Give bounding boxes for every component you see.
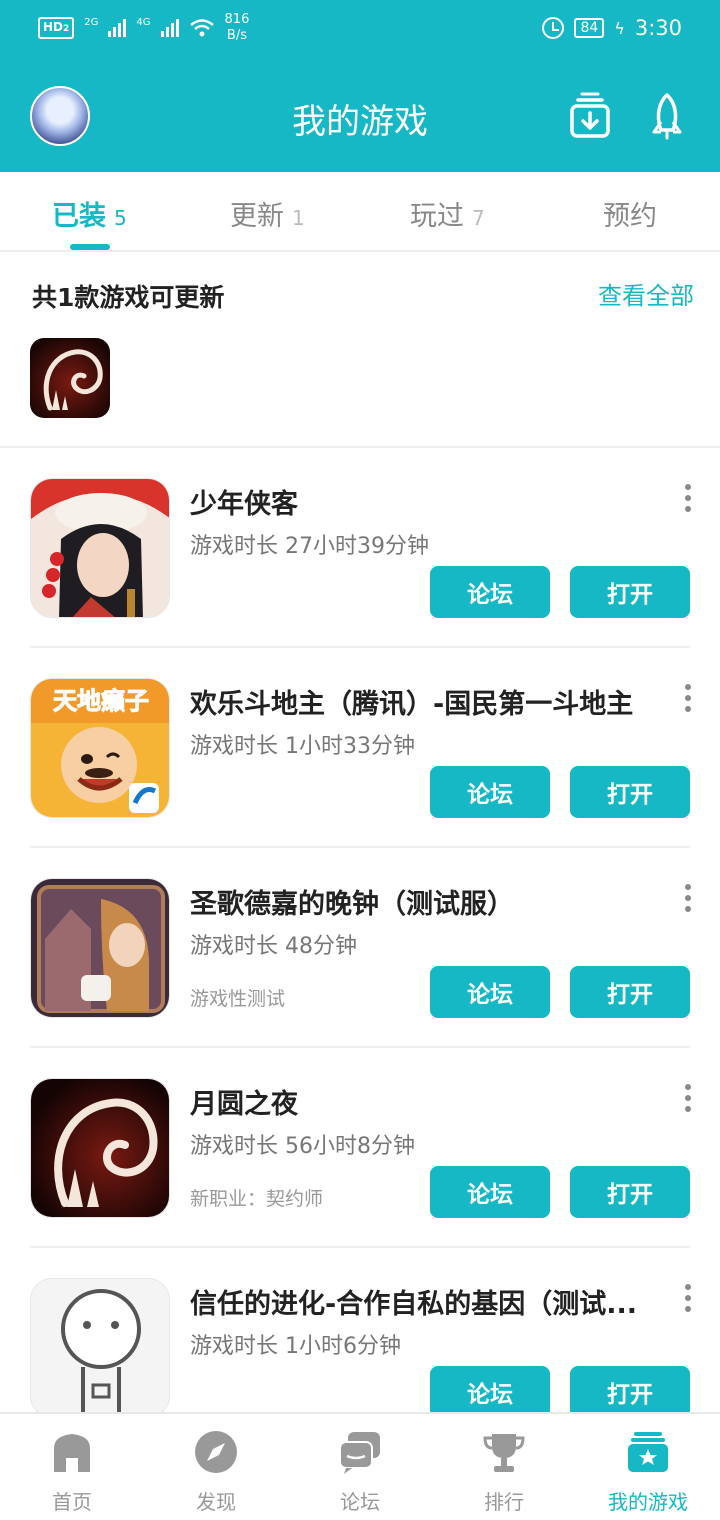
open-button[interactable]: 打开 xyxy=(570,1166,690,1218)
signal-icon xyxy=(108,19,127,37)
game-item[interactable]: 月圆之夜 游戏时长 56小时8分钟 新职业：契约师 论坛 打开 xyxy=(0,1048,720,1248)
bottom-nav: 首页 发现 论坛 排行 我的游戏 xyxy=(0,1412,720,1520)
bell-game-icon xyxy=(31,879,169,1017)
alarm-icon xyxy=(542,17,565,39)
rocket-icon[interactable] xyxy=(645,92,689,140)
game-icon[interactable] xyxy=(30,1078,170,1218)
open-button[interactable]: 打开 xyxy=(570,766,690,818)
forum-icon xyxy=(339,1432,380,1474)
download-box-icon[interactable] xyxy=(568,92,612,140)
forum-button[interactable]: 论坛 xyxy=(430,966,550,1018)
status-bar: HD2 2G 4G 816 B/s 84 ϟ 3:30 xyxy=(0,0,720,62)
moon-night-game-icon xyxy=(31,1079,169,1217)
nav-discover[interactable]: 发现 xyxy=(144,1414,288,1520)
game-playtime: 游戏时长 48分钟 xyxy=(190,934,357,959)
open-button[interactable]: 打开 xyxy=(570,1366,690,1418)
tab-label: 预约 xyxy=(603,201,657,232)
top-bar: HD2 2G 4G 816 B/s 84 ϟ 3:30 我的游戏 xyxy=(0,0,720,172)
game-playtime: 游戏时长 56小时8分钟 xyxy=(190,1134,415,1159)
game-name: 欢乐斗地主（腾讯）-国民第一斗地主 xyxy=(190,689,634,720)
compass-icon xyxy=(195,1431,237,1473)
view-all-link[interactable]: 查看全部 xyxy=(598,276,694,311)
more-options-icon[interactable] xyxy=(684,484,692,512)
tab-label: 已装 xyxy=(52,201,106,232)
game-name: 月圆之夜 xyxy=(190,1089,298,1120)
net-speed: 816 B/s xyxy=(225,12,250,44)
tab-count: 5 xyxy=(114,206,127,230)
network-label-1: 2G xyxy=(84,16,99,28)
nav-home[interactable]: 首页 xyxy=(0,1414,144,1520)
nav-ranking[interactable]: 排行 xyxy=(432,1414,576,1520)
stick-figure-game-icon xyxy=(31,1279,169,1417)
charging-icon: ϟ xyxy=(614,18,625,38)
nav-my-games[interactable]: 我的游戏 xyxy=(576,1414,720,1520)
forum-button[interactable]: 论坛 xyxy=(430,566,550,618)
nav-forum[interactable]: 论坛 xyxy=(288,1414,432,1520)
tab-indicator xyxy=(70,244,110,250)
nav-label: 排行 xyxy=(484,1490,524,1514)
game-note: 游戏性测试 xyxy=(190,988,286,1010)
game-item[interactable]: 少年侠客 游戏时长 27小时39分钟 论坛 打开 xyxy=(0,448,720,648)
wifi-icon xyxy=(189,19,214,37)
network-label-2: 4G xyxy=(136,16,151,28)
home-icon xyxy=(54,1434,90,1472)
tab-label: 玩过 xyxy=(410,201,464,232)
hd-indicator: HD2 xyxy=(38,17,75,39)
page-title: 我的游戏 xyxy=(292,102,428,142)
my-games-icon xyxy=(628,1432,668,1472)
svg-text:天地癞子: 天地癞子 xyxy=(53,687,149,715)
forum-button[interactable]: 论坛 xyxy=(430,766,550,818)
game-item[interactable]: 天地癞子 欢乐斗地主（腾讯）-国民第一斗地主 游戏时长 1小时33分钟 论坛 打… xyxy=(0,648,720,848)
doudizhu-game-icon: 天地癞子 xyxy=(31,679,169,817)
tab-label: 更新 xyxy=(230,201,284,232)
tab-played[interactable]: 玩过 7 xyxy=(410,194,485,233)
forum-button[interactable]: 论坛 xyxy=(430,1366,550,1418)
game-icon[interactable] xyxy=(30,878,170,1018)
game-name: 信任的进化-合作自私的基因（测试... xyxy=(190,1289,637,1320)
game-note: 新职业：契约师 xyxy=(190,1188,324,1210)
header: 我的游戏 xyxy=(0,62,720,172)
game-icon[interactable] xyxy=(30,1278,170,1418)
more-options-icon[interactable] xyxy=(684,1284,692,1312)
more-options-icon[interactable] xyxy=(684,1084,692,1112)
game-name: 少年侠客 xyxy=(190,489,298,520)
moon-night-game-icon xyxy=(30,338,110,418)
clock: 3:30 xyxy=(634,16,682,40)
hd-label: HD xyxy=(43,20,64,34)
tab-reserved[interactable]: 预约 xyxy=(603,194,657,233)
game-playtime: 游戏时长 1小时33分钟 xyxy=(190,734,415,759)
net-speed-unit: B/s xyxy=(226,28,247,43)
game-icon[interactable] xyxy=(30,478,170,618)
hero-game-icon xyxy=(31,479,169,617)
net-speed-value: 816 xyxy=(224,12,250,27)
open-button[interactable]: 打开 xyxy=(570,966,690,1018)
tab-count: 1 xyxy=(292,206,305,230)
hd-sub: 2 xyxy=(63,24,70,34)
tab-updates[interactable]: 更新 1 xyxy=(230,194,305,233)
more-options-icon[interactable] xyxy=(684,884,692,912)
open-button[interactable]: 打开 xyxy=(570,566,690,618)
game-icon[interactable]: 天地癞子 xyxy=(30,678,170,818)
nav-label: 发现 xyxy=(196,1490,236,1514)
tab-bar: 已装 5 更新 1 玩过 7 预约 xyxy=(0,172,720,252)
nav-label: 首页 xyxy=(52,1490,92,1514)
battery-indicator: 84 xyxy=(574,18,605,38)
update-game-icon[interactable] xyxy=(30,338,110,418)
tab-count: 7 xyxy=(472,206,485,230)
trophy-icon xyxy=(483,1434,525,1472)
game-playtime: 游戏时长 1小时6分钟 xyxy=(190,1334,401,1359)
signal-icon-2 xyxy=(160,19,179,37)
update-count-title: 共1款游戏可更新 xyxy=(32,283,225,312)
more-options-icon[interactable] xyxy=(684,684,692,712)
game-playtime: 游戏时长 27小时39分钟 xyxy=(190,534,429,559)
nav-label: 我的游戏 xyxy=(608,1490,688,1514)
nav-label: 论坛 xyxy=(340,1490,380,1514)
game-name: 圣歌德嘉的晚钟（测试服） xyxy=(190,889,514,920)
game-item[interactable]: 圣歌德嘉的晚钟（测试服） 游戏时长 48分钟 游戏性测试 论坛 打开 xyxy=(0,848,720,1048)
forum-button[interactable]: 论坛 xyxy=(430,1166,550,1218)
tab-installed[interactable]: 已装 5 xyxy=(52,194,127,233)
